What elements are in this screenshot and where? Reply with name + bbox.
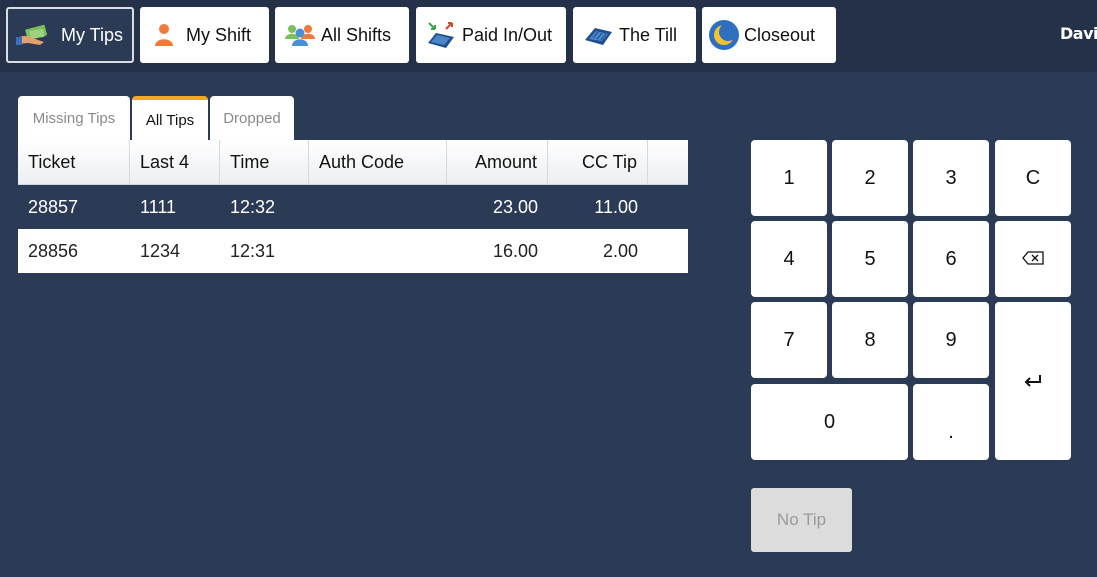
backspace-icon bbox=[1022, 248, 1044, 271]
column-header-time[interactable]: Time bbox=[220, 140, 309, 184]
top-toolbar: My Tips My Shift All Shifts Paid In/Out … bbox=[0, 0, 1097, 72]
no-tip-button[interactable]: No Tip bbox=[751, 488, 852, 552]
money-hand-icon bbox=[16, 24, 54, 46]
column-header-cc-tip[interactable]: CC Tip bbox=[548, 140, 648, 184]
backspace-button[interactable] bbox=[995, 221, 1071, 297]
my-shift-label: My Shift bbox=[186, 24, 252, 45]
cell-auth-code bbox=[309, 185, 447, 229]
the-till-button[interactable]: The Till bbox=[573, 7, 696, 63]
column-header-spacer bbox=[648, 140, 688, 184]
no-tip-label: No Tip bbox=[776, 510, 827, 529]
cell-amount: 16.00 bbox=[492, 240, 538, 261]
table-header: Ticket Last 4 Time Auth Code Amount CC T… bbox=[18, 140, 688, 185]
tab-missing-tips[interactable]: Missing Tips bbox=[18, 96, 130, 140]
column-header-ticket[interactable]: Ticket bbox=[18, 140, 130, 184]
all-shifts-button[interactable]: All Shifts bbox=[275, 7, 409, 63]
key-9[interactable]: 9 bbox=[913, 302, 989, 378]
enter-icon bbox=[1024, 370, 1042, 393]
enter-button[interactable] bbox=[995, 302, 1071, 460]
my-shift-button[interactable]: My Shift bbox=[140, 7, 269, 63]
closeout-label: Closeout bbox=[744, 24, 816, 45]
closeout-button[interactable]: Closeout bbox=[702, 7, 836, 63]
cell-time: 12:31 bbox=[230, 240, 276, 261]
key-4[interactable]: 4 bbox=[751, 221, 827, 297]
tips-table: Ticket Last 4 Time Auth Code Amount CC T… bbox=[18, 140, 688, 273]
tab-all-tips[interactable]: All Tips bbox=[132, 96, 208, 140]
column-header-last4[interactable]: Last 4 bbox=[130, 140, 220, 184]
table-row[interactable]: 28856 1234 12:31 16.00 2.00 bbox=[18, 229, 688, 273]
key-2[interactable]: 2 bbox=[832, 140, 908, 216]
key-6[interactable]: 6 bbox=[913, 221, 989, 297]
group-icon bbox=[285, 24, 315, 46]
tab-all-tips-label: All Tips bbox=[145, 111, 195, 129]
my-tips-label: My Tips bbox=[61, 24, 124, 45]
cell-ticket: 28857 bbox=[28, 196, 79, 217]
all-shifts-label: All Shifts bbox=[321, 24, 392, 45]
register-arrows-icon bbox=[426, 21, 456, 49]
my-tips-button[interactable]: My Tips bbox=[6, 7, 134, 63]
cell-amount: 23.00 bbox=[492, 196, 538, 217]
key-5[interactable]: 5 bbox=[832, 221, 908, 297]
cell-last4: 1234 bbox=[140, 240, 181, 261]
the-till-label: The Till bbox=[619, 24, 678, 45]
paid-in-out-button[interactable]: Paid In/Out bbox=[416, 7, 566, 63]
key-decimal[interactable]: . bbox=[913, 384, 989, 460]
person-icon bbox=[154, 23, 174, 47]
paid-in-out-label: Paid In/Out bbox=[462, 24, 553, 45]
cell-time: 12:32 bbox=[230, 196, 276, 217]
tab-missing-tips-label: Missing Tips bbox=[32, 109, 116, 127]
cell-last4: 1111 bbox=[140, 196, 177, 217]
user-name: David bbox=[1060, 24, 1097, 43]
cell-ticket: 28856 bbox=[28, 240, 79, 261]
tab-dropped[interactable]: Dropped bbox=[210, 96, 294, 140]
cell-cc-tip: 11.00 bbox=[594, 196, 638, 217]
key-7[interactable]: 7 bbox=[751, 302, 827, 378]
column-header-auth-code[interactable]: Auth Code bbox=[309, 140, 447, 184]
cell-cc-tip: 2.00 bbox=[602, 240, 638, 261]
tab-dropped-label: Dropped bbox=[223, 109, 281, 127]
column-header-amount[interactable]: Amount bbox=[447, 140, 548, 184]
clear-button[interactable]: C bbox=[995, 140, 1071, 216]
moon-icon bbox=[708, 19, 740, 51]
key-1[interactable]: 1 bbox=[751, 140, 827, 216]
key-3[interactable]: 3 bbox=[913, 140, 989, 216]
key-8[interactable]: 8 bbox=[832, 302, 908, 378]
cell-auth-code bbox=[309, 229, 447, 273]
key-0[interactable]: 0 bbox=[751, 384, 908, 460]
table-row[interactable]: 28857 1111 12:32 23.00 11.00 bbox=[18, 185, 688, 229]
till-drawer-icon bbox=[583, 24, 613, 46]
